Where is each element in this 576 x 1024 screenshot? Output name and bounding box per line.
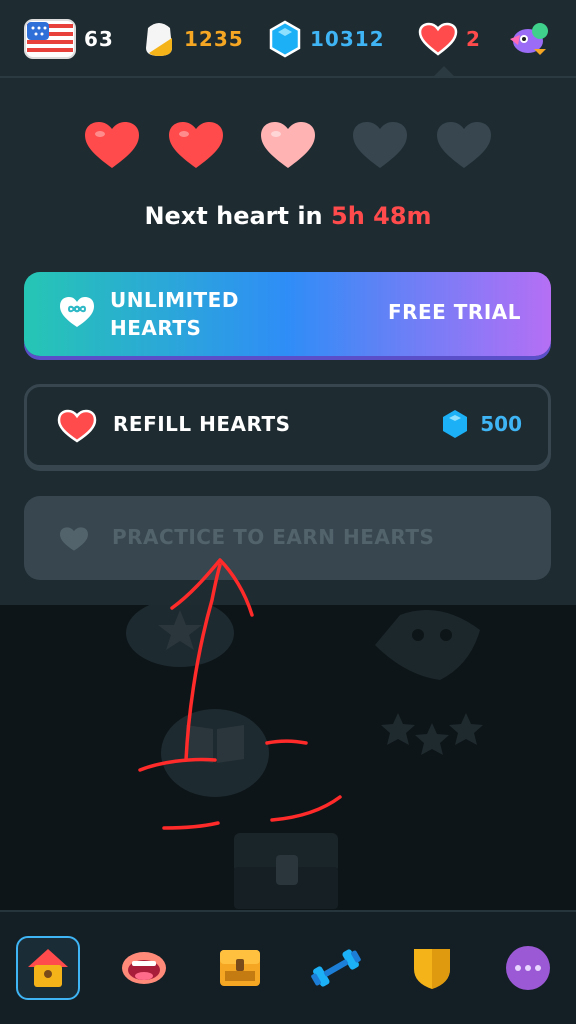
path-node-star [126,605,234,667]
heart-full-icon [169,122,223,168]
top-status-bar: 63 1235 10312 2 [0,0,576,78]
streak-flame-icon [146,23,172,56]
nav-stories[interactable] [208,936,272,1000]
path-character [375,610,480,680]
us-flag-icon [24,19,76,59]
heart-icon [418,22,458,56]
dumbbell-icon [311,949,361,987]
hearts-row [0,118,576,178]
chest-icon [220,950,260,986]
nav-practice[interactable] [304,936,368,1000]
home-icon [28,949,68,987]
path-node-book [161,709,269,797]
profile-avatar-icon [510,23,548,55]
heart-empty-icon [353,122,407,168]
panel-pointer [432,66,456,78]
heart-full-icon [85,122,139,168]
practice-earn-hearts-label: PRACTICE TO EARN HEARTS [112,525,435,549]
free-trial-label: FREE TRIAL [387,300,521,324]
gems-counter[interactable]: 10312 [268,18,385,60]
gems-count: 10312 [310,27,385,51]
next-heart-timer: Next heart in 5h 48m [0,202,576,230]
mouth-icon [122,952,166,984]
more-dots-icon [506,946,550,990]
gem-icon [443,410,468,438]
nav-speak[interactable] [112,936,176,1000]
streak-count: 1235 [184,27,244,51]
practice-earn-hearts-button[interactable]: PRACTICE TO EARN HEARTS [24,496,551,580]
refill-hearts-label: REFILL HEARTS [113,412,291,436]
hearts-panel: Next heart in 5h 48m UNLIMITED HEARTS FR… [0,66,576,605]
streak-counter[interactable]: 1235 [142,18,244,60]
bottom-navigation [0,910,576,1024]
path-node-chest [234,833,338,909]
heart-refilling-icon [261,122,315,168]
unlimited-hearts-label: UNLIMITED HEARTS [110,288,239,340]
nav-leagues[interactable] [400,936,464,1000]
nav-learn[interactable] [16,936,80,1000]
hearts-count: 2 [466,27,481,51]
path-stars [381,713,483,755]
unlimited-hearts-button[interactable]: UNLIMITED HEARTS FREE TRIAL [24,272,551,356]
heart-empty-icon [437,122,491,168]
learning-path-background [0,605,576,910]
refill-cost: 500 [442,409,522,439]
heart-icon [57,409,97,443]
nav-more[interactable] [496,936,560,1000]
course-count: 63 [84,27,114,51]
course-selector[interactable]: 63 [24,18,114,60]
hearts-counter[interactable]: 2 [418,18,481,60]
next-heart-time: 5h 48m [331,202,432,230]
next-heart-prefix: Next heart in [144,202,323,230]
gem-icon [269,20,301,58]
shield-icon [414,949,450,989]
refill-cost-value: 500 [480,412,522,436]
profile-avatar[interactable] [506,18,552,60]
heart-icon [60,527,88,551]
refill-hearts-button[interactable]: REFILL HEARTS 500 [24,384,551,468]
infinity-heart-icon [60,297,94,327]
